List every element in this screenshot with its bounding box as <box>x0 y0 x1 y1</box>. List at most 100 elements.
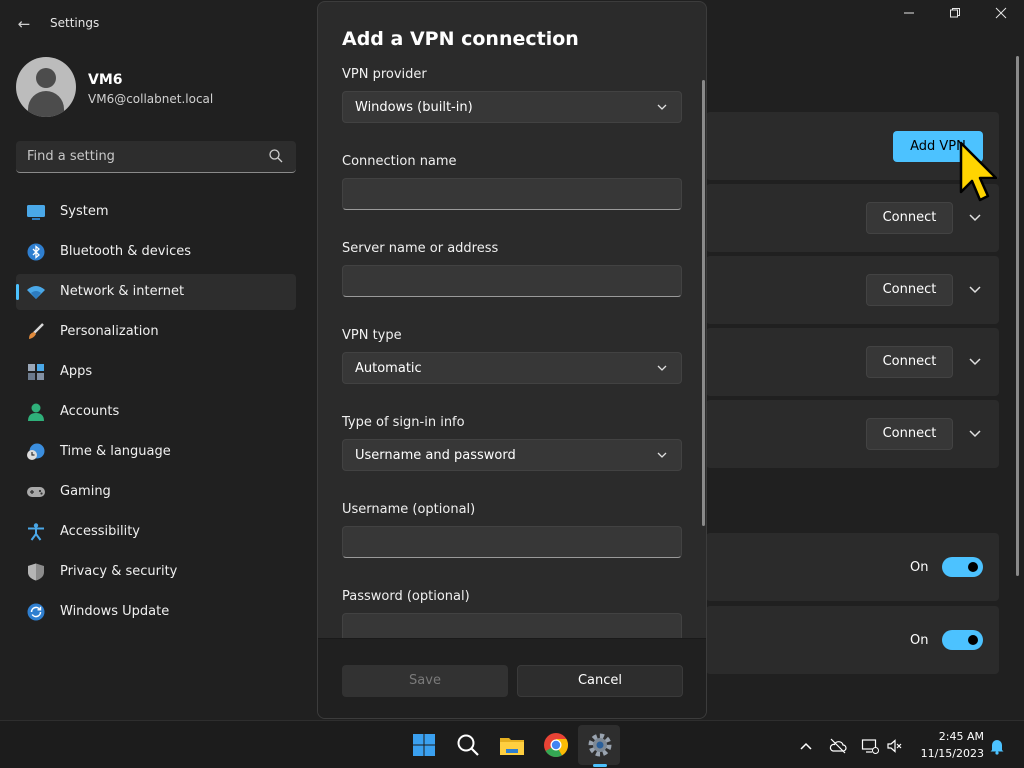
dialog-footer: Save Cancel <box>318 638 706 718</box>
signin-type-value: Username and password <box>355 448 516 463</box>
mouse-cursor-icon <box>959 141 998 202</box>
avatar[interactable] <box>16 57 76 117</box>
clock-time[interactable]: 2:45 AM <box>920 730 984 743</box>
server-name-label: Server name or address <box>342 241 499 256</box>
content-scrollbar[interactable] <box>1016 56 1019 576</box>
avatar-body <box>28 91 64 117</box>
back-arrow-icon[interactable]: ← <box>14 14 34 34</box>
sidebar-item-label: Personalization <box>60 324 159 339</box>
sidebar-item-accessibility[interactable]: Accessibility <box>16 514 296 550</box>
chevron-down-icon <box>657 104 667 110</box>
sidebar-item-label: Privacy & security <box>60 564 178 579</box>
sidebar-item-label: Accounts <box>60 404 120 419</box>
wifi-icon <box>27 286 45 299</box>
minimize-button[interactable] <box>886 6 932 26</box>
chevron-down-icon <box>657 452 667 458</box>
search-input[interactable]: Find a setting <box>16 141 296 173</box>
vpn-type-label: VPN type <box>342 328 402 343</box>
clock-date[interactable]: 11/15/2023 <box>914 747 984 760</box>
accessibility-icon <box>28 523 44 541</box>
person-icon <box>28 403 44 421</box>
sidebar-item-apps[interactable]: Apps <box>16 354 296 390</box>
connect-button[interactable]: Connect <box>866 418 953 450</box>
file-explorer-icon[interactable] <box>497 730 527 760</box>
sidebar-item-label: Apps <box>60 364 93 379</box>
sidebar-item-system[interactable]: System <box>16 194 296 230</box>
sidebar-item-network[interactable]: Network & internet <box>16 274 296 310</box>
restore-icon <box>950 8 960 18</box>
windows-start-icon[interactable] <box>409 730 439 760</box>
chevron-down-icon <box>657 365 667 371</box>
vpn-provider-value: Windows (built-in) <box>355 100 473 115</box>
vpn-provider-label: VPN provider <box>342 67 427 82</box>
chevron-down-icon[interactable] <box>966 209 984 227</box>
toggle-state-label: On <box>910 560 929 575</box>
sidebar-item-windows-update[interactable]: Windows Update <box>16 594 296 630</box>
chrome-icon[interactable] <box>541 730 571 760</box>
running-indicator <box>593 764 607 767</box>
username-input[interactable] <box>342 526 682 558</box>
vpn-provider-select[interactable]: Windows (built-in) <box>342 91 682 123</box>
gamepad-icon <box>27 487 45 497</box>
sidebar-item-accounts[interactable]: Accounts <box>16 394 296 430</box>
volume-muted-icon[interactable] <box>886 737 904 755</box>
app-title: Settings <box>50 16 100 30</box>
sidebar-item-label: Windows Update <box>60 604 170 619</box>
cloud-offline-icon[interactable] <box>829 737 847 755</box>
cancel-button[interactable]: Cancel <box>517 665 683 697</box>
chevron-down-icon[interactable] <box>966 353 984 371</box>
vpn-connection-card <box>706 328 999 396</box>
chevron-down-icon[interactable] <box>966 425 984 443</box>
vpn-connection-card <box>706 256 999 324</box>
active-indicator <box>16 284 19 300</box>
brush-icon <box>29 323 44 339</box>
connection-name-label: Connection name <box>342 154 457 169</box>
vpn-type-value: Automatic <box>355 361 422 376</box>
connect-button[interactable]: Connect <box>866 274 953 306</box>
toggle-switch[interactable] <box>942 557 983 577</box>
add-vpn-dialog: Add a VPN connection VPN provider Window… <box>317 1 707 719</box>
search-icon[interactable] <box>453 730 483 760</box>
sidebar-item-label: Gaming <box>60 484 111 499</box>
apps-icon <box>28 364 44 380</box>
sidebar-nav: System Bluetooth & devices Network & int… <box>16 194 296 634</box>
chevron-up-icon[interactable] <box>797 737 815 755</box>
dialog-scrollbar[interactable] <box>702 80 705 526</box>
toggle-state-label: On <box>910 633 929 648</box>
avatar-head <box>36 68 56 88</box>
shield-icon <box>28 563 44 581</box>
close-button[interactable] <box>978 6 1024 26</box>
signin-type-label: Type of sign-in info <box>342 415 465 430</box>
search-icon <box>269 149 283 163</box>
save-button[interactable]: Save <box>342 665 508 697</box>
notification-bell-icon[interactable] <box>988 737 1006 755</box>
toggle-switch[interactable] <box>942 630 983 650</box>
chevron-down-icon[interactable] <box>966 281 984 299</box>
search-placeholder: Find a setting <box>27 149 115 164</box>
user-name: VM6 <box>88 72 123 88</box>
connect-button[interactable]: Connect <box>866 202 953 234</box>
maximize-button[interactable] <box>932 6 978 26</box>
taskbar: 2:45 AM 11/15/2023 <box>0 720 1024 768</box>
network-icon[interactable] <box>861 737 879 755</box>
vpn-type-select[interactable]: Automatic <box>342 352 682 384</box>
sidebar-item-personalization[interactable]: Personalization <box>16 314 296 350</box>
server-name-input[interactable] <box>342 265 682 297</box>
connection-name-input[interactable] <box>342 178 682 210</box>
update-icon <box>27 603 45 621</box>
sidebar-item-time-language[interactable]: Time & language <box>16 434 296 470</box>
dialog-title: Add a VPN connection <box>342 28 579 50</box>
toggle-knob <box>968 635 978 645</box>
monitor-icon <box>27 205 45 220</box>
sidebar-item-label: Network & internet <box>60 284 185 299</box>
sidebar-item-gaming[interactable]: Gaming <box>16 474 296 510</box>
sidebar-item-label: Accessibility <box>60 524 140 539</box>
signin-type-select[interactable]: Username and password <box>342 439 682 471</box>
sidebar-item-privacy[interactable]: Privacy & security <box>16 554 296 590</box>
connect-button[interactable]: Connect <box>866 346 953 378</box>
settings-gear-icon[interactable] <box>585 730 615 760</box>
bluetooth-icon <box>27 243 45 261</box>
sidebar-item-bluetooth[interactable]: Bluetooth & devices <box>16 234 296 270</box>
sidebar-item-label: System <box>60 204 109 219</box>
user-email: VM6@collabnet.local <box>88 92 214 106</box>
